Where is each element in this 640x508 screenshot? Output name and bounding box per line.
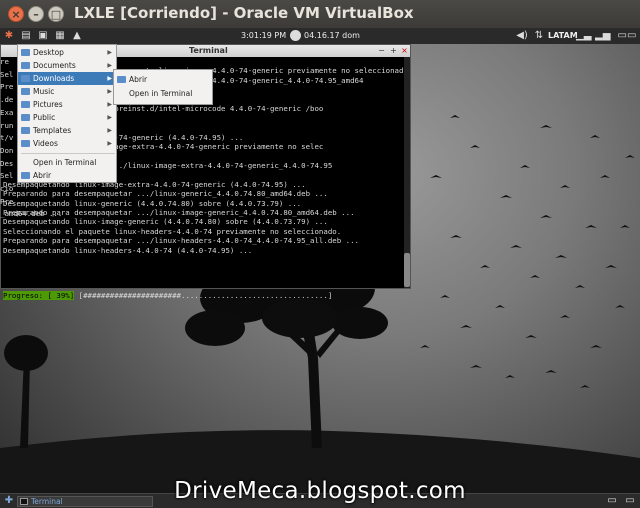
menu-item-open-in-terminal[interactable]: Open in Terminal (18, 156, 116, 169)
files-icon[interactable]: ▤ (20, 30, 32, 42)
chevron-right-icon: ▶ (107, 140, 112, 147)
folder-icon (21, 114, 30, 121)
menu-item-templates[interactable]: Templates ▶ (18, 124, 116, 137)
folder-icon (117, 76, 126, 83)
terminal-line: Desempaquetando linux-generic (4.4.0.74.… (3, 198, 302, 208)
chevron-right-icon: ▶ (107, 49, 112, 56)
folder-icon (21, 75, 30, 82)
folder-icon (21, 62, 30, 69)
terminal-close-button[interactable]: × (400, 46, 409, 55)
keyboard-layout[interactable]: LATAM (548, 31, 578, 40)
terminal-left-glyph: _amd64.deb ... (0, 208, 62, 221)
terminal-line: Preparando para desempaquetar .../linux-… (3, 189, 328, 199)
menu-item-videos[interactable]: Videos ▶ (18, 137, 116, 150)
clock[interactable]: 3:01:19 PM (241, 31, 286, 40)
terminal-left-glyph: cio (0, 184, 14, 194)
terminal-left-glyph: Des (0, 158, 14, 168)
window-title: LXLE [Corriendo] - Oracle VM VirtualBox (74, 4, 414, 22)
terminal-line: Desempaquetando linux-headers-4.4.0-74 (… (3, 245, 253, 255)
scrollbar-thumb[interactable] (404, 253, 410, 287)
guest-desktop: ✱ ▤ ▣ ▦ ▲ 3:01:19 PM 04.16.17 dom ◀) ⇅ L… (0, 28, 640, 508)
close-window-button[interactable]: × (8, 6, 24, 22)
chevron-right-icon: ▶ (107, 114, 112, 121)
minimize-window-button[interactable]: – (28, 6, 44, 22)
top-panel: ✱ ▤ ▣ ▦ ▲ 3:01:19 PM 04.16.17 dom ◀) ⇅ L… (0, 28, 640, 44)
folder-icon (21, 140, 30, 147)
chevron-right-icon: ▶ (107, 62, 112, 69)
progress-label: Progreso: [ 39%] (3, 291, 75, 300)
menu-item-music[interactable]: Music ▶ (18, 85, 116, 98)
menu-item-pictures[interactable]: Pictures ▶ (18, 98, 116, 111)
menu-item-documents[interactable]: Documents ▶ (18, 59, 116, 72)
terminal-left-glyph: t/v (0, 133, 14, 143)
submenu-item-open[interactable]: Abrir (114, 73, 212, 86)
menu-icon[interactable]: ✱ (3, 30, 15, 42)
maximize-window-button[interactable]: □ (48, 6, 64, 22)
terminal-left-glyph: Don (0, 145, 14, 155)
terminal-left-glyph: Pre (0, 82, 14, 92)
terminal-maximize-button[interactable]: + (389, 46, 398, 55)
signal-icon[interactable]: ▂▅ (595, 30, 610, 42)
menu-item-desktop[interactable]: Desktop ▶ (18, 46, 116, 59)
terminal-left-glyph: re (0, 57, 9, 66)
progress-bar: [######################.................… (74, 291, 333, 300)
terminal-left-text: re Sel Pre .de Exa run t/v Don Des Sel cio Pre _amd6… (0, 56, 62, 221)
terminal-left-glyph: Pre (0, 196, 14, 206)
network-icon[interactable]: ⇅ (533, 30, 545, 42)
volume-icon[interactable]: ◀) (516, 30, 528, 42)
up-arrow-icon[interactable]: ▲ (71, 30, 83, 42)
chevron-right-icon: ▶ (107, 88, 112, 95)
terminal-scrollbar[interactable] (404, 57, 410, 288)
monitor-icon[interactable]: ▣ (37, 30, 49, 42)
progress-line: Progreso: [ 39%] [######################… (3, 291, 332, 300)
terminal-left-glyph: run (0, 120, 14, 130)
terminal-line: Seleccionando el paquete linux-headers-4… (3, 226, 342, 236)
submenu-item-open-in-terminal[interactable]: Open in Terminal (114, 87, 212, 100)
calendar-icon (290, 30, 301, 41)
power-icon[interactable]: ▭▭ (616, 30, 638, 42)
terminal-left-glyph: .de (0, 95, 14, 105)
terminal-line: Preparando para desempaquetar .../linux-… (3, 208, 355, 217)
menu-item-open[interactable]: Abrir (18, 169, 116, 182)
chevron-right-icon: ▶ (107, 101, 112, 108)
host-titlebar: × – □ LXLE [Corriendo] - Oracle VM Virtu… (0, 0, 640, 28)
terminal-line: Desempaquetando linux-image-generic (4.4… (3, 217, 328, 227)
menu-separator (21, 153, 115, 154)
terminal-line: Preparando para desempaquetar .../linux-… (3, 236, 359, 246)
apps-icon[interactable]: ▦ (54, 30, 66, 42)
terminal-left-glyph: Sel (0, 171, 14, 181)
chevron-right-icon: ▶ (107, 75, 112, 82)
watermark: DriveMeca.blogspot.com (174, 478, 466, 504)
chevron-right-icon: ▶ (107, 127, 112, 134)
date[interactable]: 04.16.17 dom (304, 31, 360, 40)
menu-item-downloads[interactable]: Downloads ▶ (18, 72, 116, 85)
menu-item-public[interactable]: Public ▶ (18, 111, 116, 124)
terminal-title: Terminal (189, 46, 228, 55)
folder-icon (21, 101, 30, 108)
folder-icon (21, 49, 30, 56)
places-menu: Desktop ▶ Documents ▶ Downloads ▶ Music ▶ Pi… (17, 44, 117, 183)
folder-icon (21, 127, 30, 134)
terminal-minimize-button[interactable]: − (377, 46, 386, 55)
terminal-left-glyph: Sel (0, 69, 14, 79)
folder-icon (21, 172, 30, 179)
downloads-submenu: Abrir Open in Terminal (113, 69, 213, 105)
folder-icon (21, 88, 30, 95)
terminal-left-glyph: Exa (0, 107, 14, 117)
updates-icon[interactable]: ▁▃ (576, 30, 591, 42)
